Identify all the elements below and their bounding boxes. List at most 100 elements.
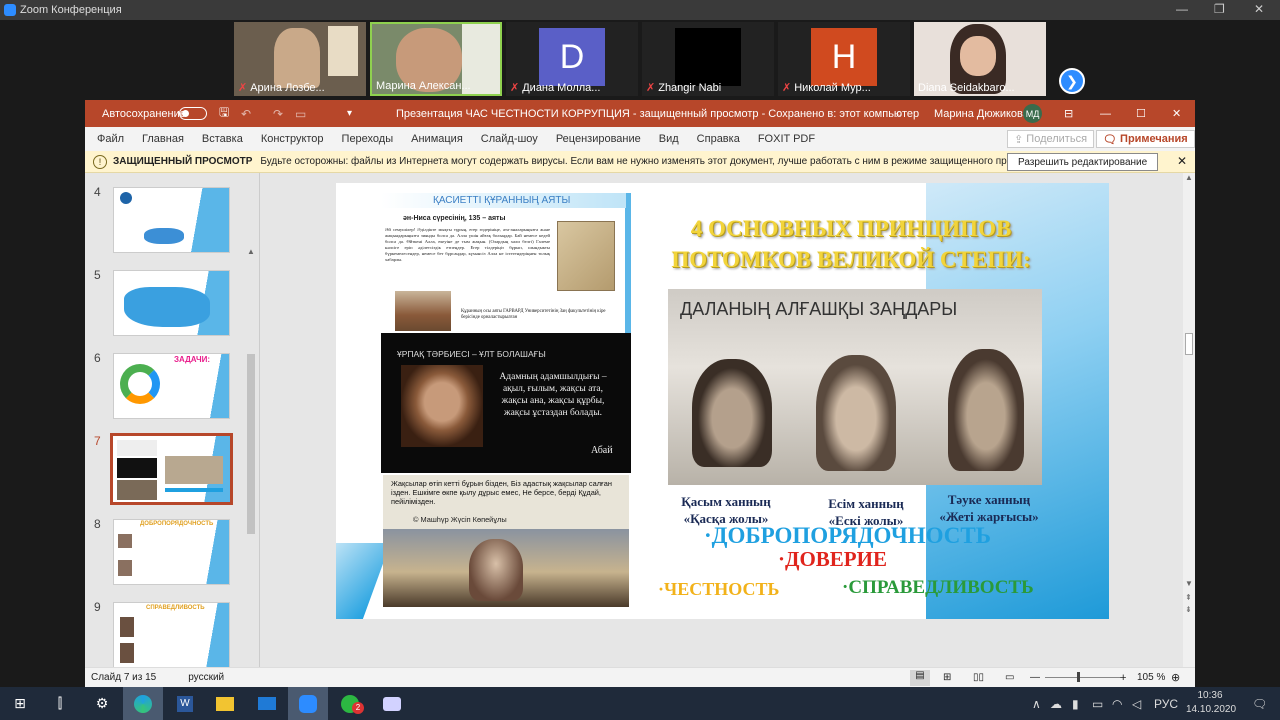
participant-tile[interactable]: Diana Seidakbaro...: [914, 22, 1046, 96]
slide-thumbnail-image: ДОБРОПОРЯДОЧНОСТЬ: [113, 519, 230, 585]
reading-view-icon[interactable]: ▯▯: [973, 672, 984, 683]
tab-help[interactable]: Справка: [697, 133, 740, 145]
tab-home[interactable]: Главная: [142, 133, 184, 145]
onedrive-icon[interactable]: ☁: [1050, 697, 1062, 711]
snipping-tool-icon[interactable]: [372, 687, 412, 720]
sorter-view-icon[interactable]: ⊞: [943, 672, 951, 683]
tab-file[interactable]: Файл: [97, 133, 124, 145]
zoom-in-icon[interactable]: +: [1120, 672, 1126, 684]
slide-number: 4: [94, 185, 101, 199]
close-icon[interactable]: ✕: [1254, 2, 1264, 16]
abai-panel: ҰРПАҚ ТӘРБИЕСІ – ҰЛТ БОЛАШАҒЫ Адамның ад…: [381, 333, 631, 473]
principle-integrity: ·ДОБРОПОРЯДОЧНОСТЬ: [704, 523, 991, 548]
autosave-label: Автосохранение: [102, 107, 186, 120]
ppt-titlebar: Автосохранение 🖫 ↶ ↷ ▭ ▾ Презентация ЧАС…: [85, 100, 1195, 127]
slide-scrollbar[interactable]: ▲ ▼ ⇞ ⇟: [1183, 173, 1195, 667]
share-icon: ⇪: [1014, 133, 1027, 146]
participant-tile[interactable]: ✗ Арина Лозбе...: [234, 22, 366, 96]
wifi-icon[interactable]: ◠: [1112, 697, 1122, 711]
tab-transitions[interactable]: Переходы: [342, 133, 394, 145]
ribbon-display-icon[interactable]: ⊟: [1064, 107, 1073, 120]
autosave-toggle[interactable]: [179, 107, 207, 120]
save-icon[interactable]: 🖫: [219, 103, 229, 124]
input-language[interactable]: РУС: [1154, 697, 1178, 711]
tab-foxit-pdf[interactable]: FOXIT PDF: [758, 133, 815, 145]
slide-thumbnail[interactable]: 8 ДОБРОПОРЯДОЧНОСТЬ: [85, 517, 245, 599]
participant-tile-active[interactable]: Марина Алексан...: [370, 22, 502, 96]
slide[interactable]: ҚАСИЕТТІ ҚҰРАННЫҢ АЯТЫ ән-Ниса сүресінің…: [336, 183, 1109, 619]
action-center-icon[interactable]: 🗨: [1252, 697, 1267, 711]
participant-tile[interactable]: H ✗ Николай Мур...: [778, 22, 910, 96]
slideshow-view-icon[interactable]: ▭: [1005, 672, 1014, 683]
comments-button[interactable]: 🗨 Примечания: [1096, 130, 1195, 148]
participant-tile[interactable]: D ✗ Диана Молла...: [506, 22, 638, 96]
edge-icon[interactable]: [123, 687, 163, 720]
volume-icon[interactable]: ◁: [1132, 697, 1141, 711]
verse-reference: ән-Ниса сүресінің, 135 – аяты: [403, 215, 506, 222]
manuscript-image: [557, 221, 615, 291]
tab-insert[interactable]: Вставка: [202, 133, 243, 145]
slide-thumbnail[interactable]: 5: [85, 268, 245, 350]
restore-icon[interactable]: ❐: [1214, 2, 1225, 16]
thumbnail-scrollbar[interactable]: ▲ ▼: [245, 247, 257, 667]
task-view-icon[interactable]: ⫿: [40, 687, 80, 720]
participant-name: Марина Алексан...: [376, 80, 471, 92]
undo-icon[interactable]: ↶: [241, 107, 251, 121]
tab-view[interactable]: Вид: [659, 133, 679, 145]
user-name[interactable]: Марина Дюжикова: [934, 108, 1029, 120]
tab-animations[interactable]: Анимация: [411, 133, 463, 145]
zoom-titlebar: Zoom Конференция — ❐ ✕: [0, 0, 1280, 20]
battery-icon[interactable]: ▭: [1092, 697, 1103, 711]
participant-name: ✗ Zhangir Nabi: [646, 82, 722, 94]
close-bar-icon[interactable]: ✕: [1177, 154, 1187, 168]
word-icon[interactable]: W: [165, 687, 205, 720]
settings-icon[interactable]: ⚙: [82, 687, 122, 720]
participant-tile[interactable]: ✗ Zhangir Nabi: [642, 22, 774, 96]
slide-thumbnail[interactable]: 4: [85, 185, 245, 267]
share-button[interactable]: ⇪ Поделиться: [1007, 130, 1095, 148]
abai-portrait: [401, 365, 483, 447]
zoom-app-icon[interactable]: [288, 687, 328, 720]
minimize-icon[interactable]: —: [1176, 2, 1188, 16]
tab-review[interactable]: Рецензирование: [556, 133, 641, 145]
zoom-out-icon[interactable]: —: [1030, 672, 1040, 683]
participant-gallery: ✗ Арина Лозбе... Марина Алексан... D ✗ Диа…: [0, 20, 1280, 98]
zoom-level[interactable]: 105 %: [1137, 672, 1165, 683]
slide-thumbnail-image: [110, 433, 233, 505]
close-icon[interactable]: ✕: [1172, 107, 1181, 120]
mic-muted-icon: ✗: [510, 82, 520, 94]
minimize-icon[interactable]: —: [1100, 108, 1111, 120]
tab-slideshow[interactable]: Слайд-шоу: [481, 133, 538, 145]
slide-thumbnail[interactable]: 6 ЗАДАЧИ:: [85, 351, 245, 433]
redo-icon[interactable]: ↷: [273, 107, 283, 121]
customize-qat-icon[interactable]: ▾: [347, 108, 352, 119]
slide-thumbnail-selected[interactable]: 7: [85, 433, 245, 516]
show-hidden-icons[interactable]: ∧: [1032, 697, 1041, 711]
file-explorer-icon[interactable]: [205, 687, 245, 720]
language-indicator[interactable]: русский: [188, 672, 224, 683]
fit-slide-icon[interactable]: ⊕: [1171, 671, 1180, 684]
avatar[interactable]: МД: [1023, 104, 1042, 123]
clock[interactable]: 10:36 14.10.2020: [1186, 689, 1236, 717]
slide-number: 8: [94, 517, 101, 531]
harvard-building-image: [395, 291, 451, 331]
zoom-slider[interactable]: [1045, 677, 1121, 678]
slide-number: 9: [94, 600, 101, 614]
search-icon[interactable]: ⌕: [896, 106, 903, 121]
zoom-window-title: Zoom Конференция: [20, 4, 122, 16]
usb-icon[interactable]: ▮: [1072, 697, 1079, 711]
maximize-icon[interactable]: ☐: [1136, 107, 1146, 120]
normal-view-icon[interactable]: ▤: [910, 669, 930, 686]
present-icon[interactable]: ▭: [295, 107, 306, 121]
next-page-button[interactable]: ❯: [1059, 68, 1085, 94]
zoom-slider-thumb[interactable]: [1077, 672, 1080, 682]
whatsapp-icon[interactable]: 2: [330, 687, 370, 720]
mail-icon[interactable]: [247, 687, 287, 720]
tab-design[interactable]: Конструктор: [261, 133, 324, 145]
khans-image: ДАЛАНЫҢ АЛҒАШҚЫ ЗАҢДАРЫ: [668, 289, 1042, 485]
main-title: 4 ОСНОВНЫХ ПРИНЦИПОВ ПОТОМКОВ ВЕЛИКОЙ СТ…: [671, 216, 1031, 272]
enable-editing-button[interactable]: Разрешить редактирование: [1007, 153, 1159, 171]
start-icon[interactable]: ⊞: [0, 687, 40, 720]
slide-thumbnail[interactable]: 9 СПРАВЕДЛИВОСТЬ: [85, 600, 245, 667]
abai-quote: Адамның адамшылдығы – ақыл, ғылым, жақсы…: [499, 372, 607, 418]
